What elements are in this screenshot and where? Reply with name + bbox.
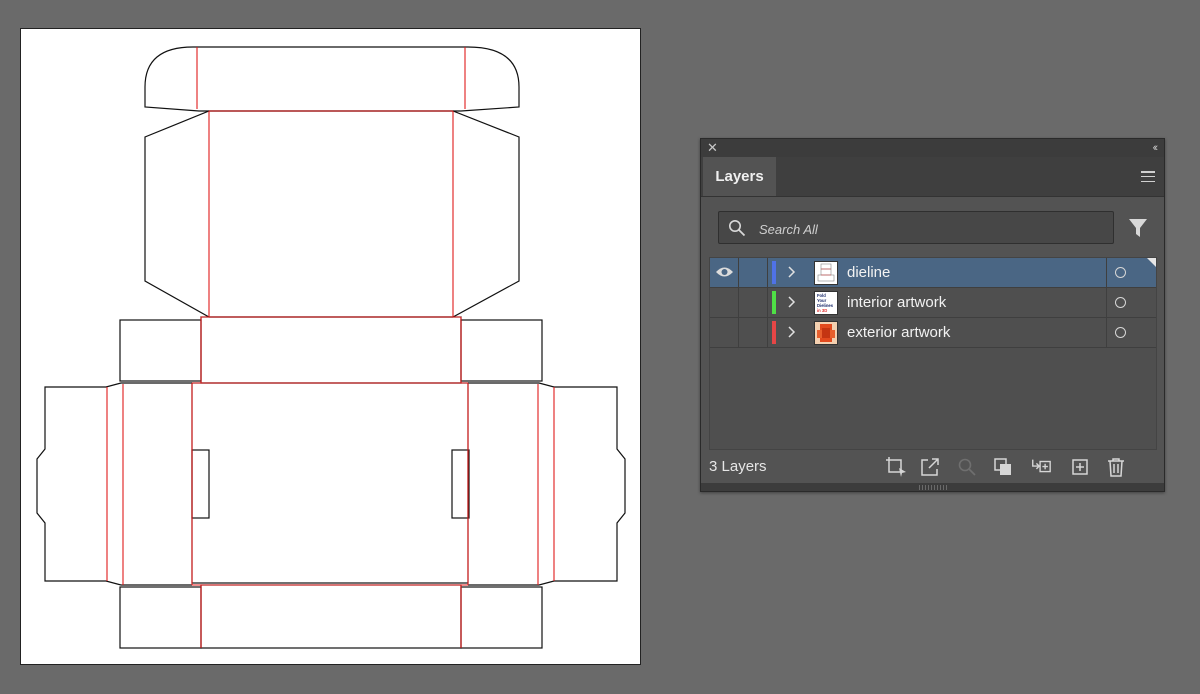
layer-row-interior-artwork[interactable]: Fold Your Dielines in 3D interior artwor… — [710, 288, 1156, 318]
delete-icon[interactable] — [1105, 456, 1127, 478]
layer-count: 3 Layers — [709, 458, 767, 475]
artboard — [20, 28, 641, 665]
panel-title-bar[interactable]: ✕ ‹‹ — [701, 139, 1164, 157]
new-layer-icon[interactable] — [1069, 456, 1091, 478]
chevron-right-icon[interactable] — [787, 325, 797, 339]
collect-for-export-icon[interactable] — [885, 456, 907, 478]
layer-name[interactable]: exterior artwork — [847, 324, 950, 341]
front-panel — [200, 584, 462, 649]
lock-toggle[interactable] — [739, 258, 768, 287]
right-lock-slot — [451, 449, 470, 519]
interior-artwork-thumbnail: Fold Your Dielines in 3D — [814, 291, 838, 315]
panel-resize-strip[interactable] — [701, 483, 1164, 491]
lid-panel — [144, 110, 520, 318]
visibility-toggle[interactable] — [710, 288, 739, 317]
clipping-mask-icon[interactable] — [992, 456, 1014, 478]
target-icon[interactable] — [1115, 327, 1126, 338]
resize-grip-icon[interactable] — [919, 485, 947, 490]
layer-color-bar — [772, 261, 776, 284]
panel-menu-icon[interactable] — [1141, 171, 1155, 183]
target-icon[interactable] — [1115, 297, 1126, 308]
search-input[interactable] — [757, 218, 1101, 240]
panel-tab-row: Layers — [701, 157, 1164, 197]
left-lock-slot — [191, 449, 210, 519]
search-field[interactable] — [718, 211, 1114, 244]
right-upper-tab — [460, 319, 543, 382]
create-sublayer-icon[interactable] — [1030, 456, 1052, 478]
close-icon[interactable]: ✕ — [707, 141, 718, 155]
selected-art-indicator — [1147, 258, 1156, 267]
tab-layers[interactable]: Layers — [703, 157, 776, 196]
left-upper-tab — [119, 319, 202, 382]
back-panel — [200, 316, 462, 384]
target-icon[interactable] — [1115, 267, 1126, 278]
layer-color-bar — [772, 291, 776, 314]
tuck-flap — [144, 46, 520, 112]
layer-row-dieline[interactable]: dieline — [710, 258, 1156, 288]
dieline-artwork — [36, 46, 626, 649]
filter-icon[interactable] — [1128, 218, 1148, 238]
base-panel — [191, 382, 469, 584]
visibility-toggle[interactable] — [710, 258, 739, 287]
eye-icon — [716, 267, 733, 277]
left-side-wall — [36, 382, 192, 586]
right-lower-tab — [460, 586, 543, 649]
lock-toggle[interactable] — [739, 318, 768, 347]
export-icon[interactable] — [919, 456, 941, 478]
dieline-thumbnail — [814, 261, 838, 285]
chevron-right-icon[interactable] — [787, 265, 797, 279]
layer-row-exterior-artwork[interactable]: exterior artwork — [710, 318, 1156, 348]
lock-toggle[interactable] — [739, 288, 768, 317]
layers-list: dieline Fold Your Dielines in 3D interio… — [709, 257, 1157, 450]
visibility-toggle[interactable] — [710, 318, 739, 347]
layer-color-bar — [772, 321, 776, 344]
thumb-text: in 3D — [817, 308, 827, 313]
layers-panel: ✕ ‹‹ Layers Search All dieline Fold Your… — [700, 138, 1165, 492]
search-icon — [729, 220, 746, 237]
layer-name[interactable]: interior artwork — [847, 294, 946, 311]
right-side-wall — [468, 382, 626, 586]
chevron-right-icon[interactable] — [787, 295, 797, 309]
layer-name[interactable]: dieline — [847, 264, 890, 281]
collapse-icon[interactable]: ‹‹ — [1153, 141, 1159, 155]
exterior-artwork-thumbnail — [814, 321, 838, 345]
left-lower-tab — [119, 586, 202, 649]
locate-object-icon — [958, 458, 976, 476]
